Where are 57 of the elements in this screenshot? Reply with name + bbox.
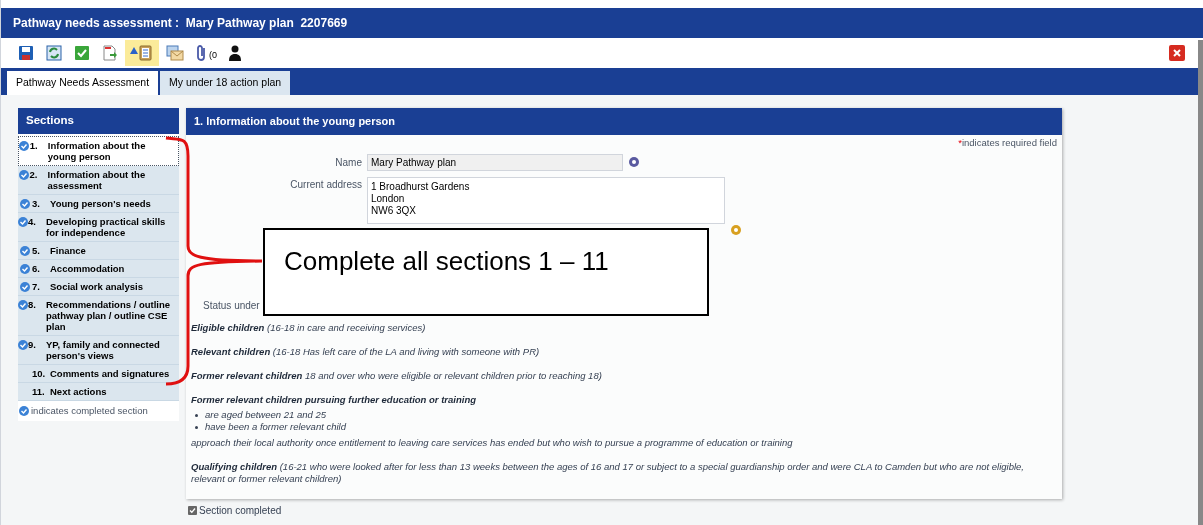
note-heading: Former relevant children pursuing further education or training — [191, 394, 478, 406]
completed-check-icon — [18, 300, 28, 310]
address-field[interactable]: 1 Broadhurst Gardens London NW6 3QX — [367, 177, 725, 224]
field-label: Current address — [289, 178, 362, 192]
window-title: Pathway needs assessment : Mary Pathway plan 2207669 — [13, 15, 348, 32]
completed-check-icon — [18, 217, 28, 227]
note-text: Relevant children (16-18 Has left care of the LA and living with someone with PR) — [191, 346, 541, 358]
checkbox-label: Section completed — [199, 504, 282, 518]
close-button[interactable] — [1169, 45, 1185, 61]
note-text: Former relevant children 18 and over who were eligible or relevant children prior to reaching 18) — [191, 370, 603, 382]
bullet-item: are aged between 21 and 25 — [205, 409, 326, 421]
person-icon — [229, 45, 241, 61]
bullet-item: have been a former relevant child — [205, 421, 346, 433]
document-export-icon — [102, 45, 118, 61]
section-item[interactable]: 8. Recommendations / outline pathway plan / outline CSE plan — [18, 296, 179, 336]
required-note: *indicates required field — [958, 135, 1057, 150]
toolbar-button[interactable]: (0 — [191, 40, 222, 66]
bullet-icon — [195, 425, 198, 429]
completed-check-icon — [20, 246, 30, 256]
section-header: 1. Information about the young person — [186, 108, 1062, 135]
field-label: Name — [334, 155, 362, 170]
close-icon — [1172, 48, 1182, 58]
section-item[interactable]: 5. Finance — [18, 242, 179, 260]
completed-check-icon — [18, 340, 28, 350]
note-text: approach their local authority once entitlement to leaving care services has ended but who wish to pursue a programme of education or training — [191, 437, 794, 449]
completed-check-icon — [20, 199, 30, 209]
checkbox[interactable] — [188, 506, 197, 515]
field-label: Status under — [203, 299, 260, 313]
refresh-icon — [46, 45, 62, 61]
clipboard-warning-icon — [130, 45, 154, 61]
completed-check-icon — [20, 282, 30, 292]
note-text: Qualifying children (16-21 who were looked after for less than 13 weeks between the ages of 16 and 17 or subject to a special guardianship order and were CLA to Camden but who are not eligible, relevant or former relevant children) — [191, 461, 1025, 485]
completed-check-icon — [19, 141, 30, 151]
section-item[interactable]: 10. Comments and signatures — [18, 365, 179, 383]
checkmark-icon — [74, 45, 90, 61]
section-item[interactable]: 4. Developing practical skills for independence — [18, 213, 179, 242]
tab[interactable]: Pathway Needs Assessment — [7, 71, 159, 95]
sections-header: Sections — [18, 108, 179, 134]
section-item[interactable]: 1. Information about the young person — [18, 136, 179, 166]
note-text: Eligible children (16-18 in care and receiving services) — [191, 322, 427, 334]
section-item[interactable]: 9. YP, family and connected person's views — [18, 336, 179, 365]
completed-check-icon — [18, 170, 29, 180]
section-item[interactable]: 2. Information about the assessment — [18, 166, 179, 195]
save-icon — [18, 45, 34, 61]
completed-check-icon — [20, 264, 30, 274]
envelope-icon — [166, 45, 184, 61]
paperclip-icon — [196, 44, 208, 62]
legend-text: indicates completed section — [31, 404, 148, 418]
name-field[interactable]: Mary Pathway plan — [367, 153, 623, 171]
section-item[interactable]: 6. Accommodation — [18, 260, 179, 278]
tab[interactable]: My under 18 action plan — [160, 71, 291, 95]
scrollbar[interactable] — [1198, 40, 1203, 525]
section-item[interactable]: 11. Next actions — [18, 383, 179, 401]
bullet-icon — [195, 413, 198, 417]
section-item[interactable]: 3. Young person's needs — [18, 195, 179, 213]
section-item[interactable]: 7. Social work analysis — [18, 278, 179, 296]
callout-box: Complete all sections 1 – 11 — [263, 228, 709, 316]
